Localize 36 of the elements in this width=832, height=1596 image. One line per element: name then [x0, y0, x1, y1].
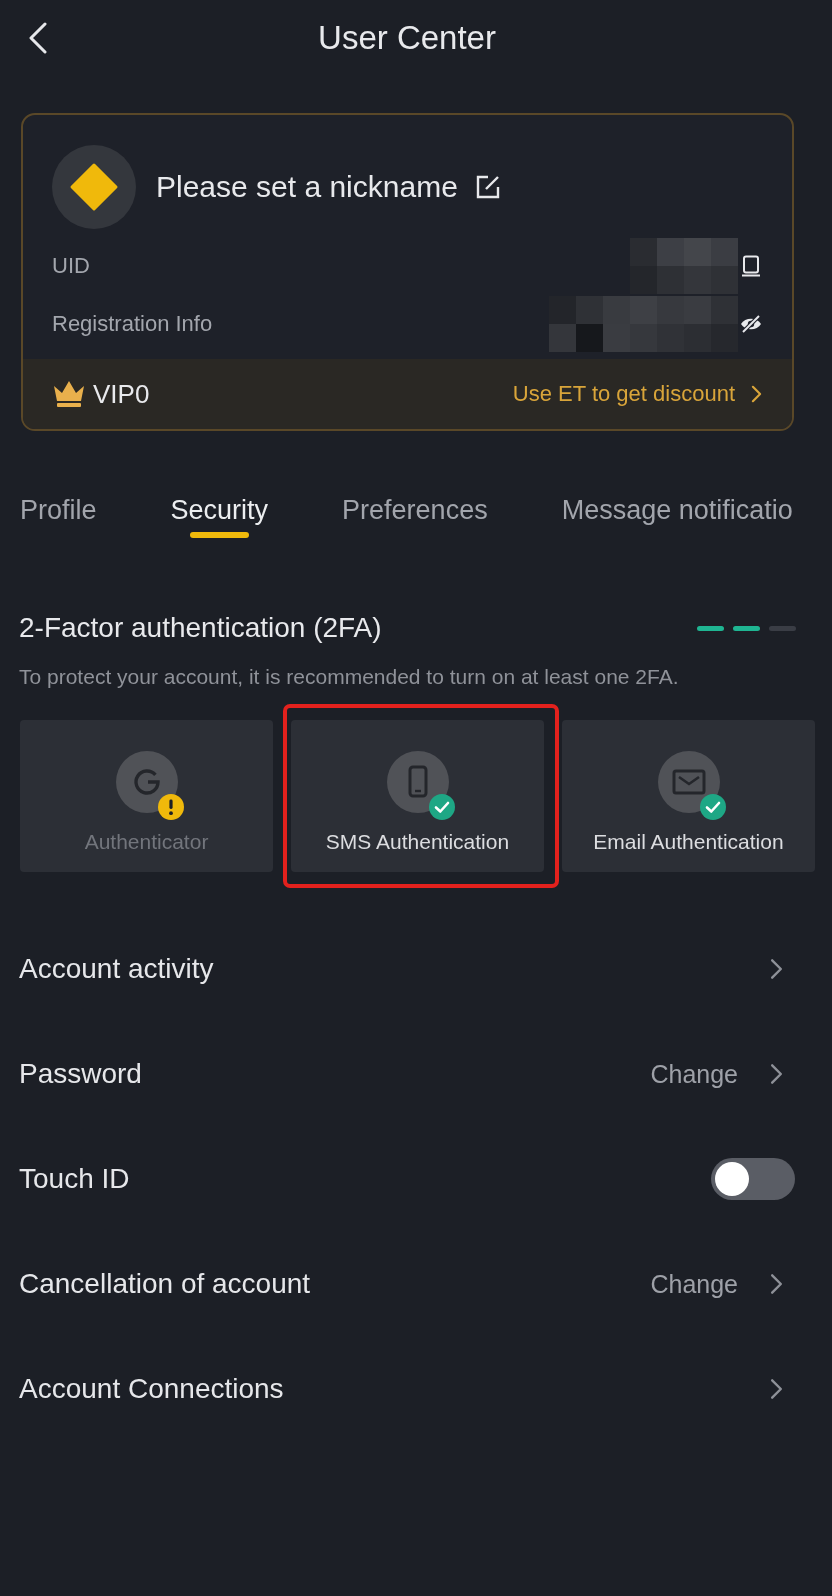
auth-method-card[interactable]: SMS Authentication	[291, 720, 544, 872]
setting-label: Account Connections	[19, 1371, 284, 1406]
diamond-avatar-icon	[52, 145, 136, 229]
tablet-icon[interactable]	[740, 255, 762, 277]
page-title: User Center	[318, 18, 496, 58]
field-label: UID	[52, 252, 90, 280]
setting-label: Cancellation of account	[19, 1266, 311, 1301]
tab[interactable]: Profile	[20, 494, 97, 538]
promo-link[interactable]: Use ET to get discount	[512, 380, 762, 408]
setting-value: Change	[650, 1058, 738, 1089]
tab[interactable]: Preferences	[342, 494, 488, 538]
crown-icon	[52, 380, 86, 408]
setting-label: Touch ID	[19, 1161, 130, 1196]
tab[interactable]: Security	[170, 494, 269, 538]
toggle-switch[interactable]	[711, 1157, 795, 1200]
auth-method-card[interactable]: Email Authentication	[562, 720, 815, 872]
setting-label: Password	[19, 1056, 142, 1091]
envelope-icon	[657, 751, 720, 813]
eye-slash-icon[interactable]	[740, 313, 762, 335]
back-icon[interactable]	[28, 22, 48, 54]
edit-icon[interactable]	[474, 174, 501, 200]
section-description: To protect your account, it is recommended to turn on at least one 2FA.	[19, 664, 679, 690]
chevron-right-icon[interactable]	[751, 385, 762, 403]
section-title: 2-Factor authentication (2FA)	[19, 612, 382, 644]
vip-level-label: VIP0	[93, 378, 150, 410]
setting-label: Account activity	[19, 951, 214, 986]
phone-icon	[386, 751, 449, 813]
nickname-text: Please set a nickname	[156, 169, 458, 205]
g-logo-icon	[115, 751, 178, 813]
chevron-right-icon[interactable]	[770, 957, 783, 980]
chevron-right-icon[interactable]	[770, 1062, 783, 1085]
chevron-right-icon[interactable]	[770, 1377, 783, 1400]
tab[interactable]: Message notificatio	[561, 494, 793, 538]
setting-value: Change	[650, 1268, 738, 1299]
field-label: Registration Info	[52, 310, 213, 338]
chevron-right-icon[interactable]	[770, 1272, 783, 1295]
